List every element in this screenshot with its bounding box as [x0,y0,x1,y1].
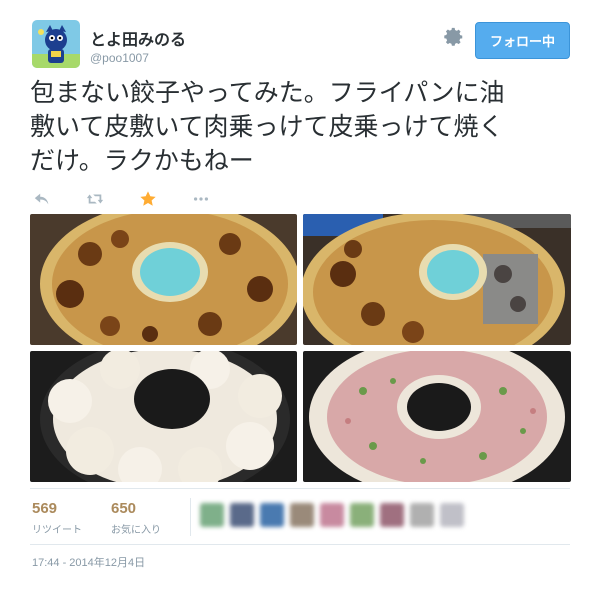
tweet-timestamp[interactable]: 17:44 - 2014年12月4日 [32,554,145,570]
star-icon[interactable] [138,189,158,209]
tweet-line: だけ。ラクかもねー [30,146,254,175]
photo-meat-filling-on-wrappers[interactable] [303,351,571,482]
divider [30,544,570,545]
favoriters-avatars [200,503,470,527]
avatar[interactable] [320,503,344,527]
avatar[interactable] [380,503,404,527]
retweet-stat[interactable]: 569 リツイート [32,500,82,536]
avatar[interactable] [410,503,434,527]
avatar[interactable] [350,503,374,527]
avatar[interactable] [440,503,464,527]
tweet-text: 包まない餃子やってみた。フライパンに油 敷いて皮敷いて肉乗っけて皮乗っけて焼く … [30,76,575,178]
retweet-icon[interactable] [85,189,105,209]
more-icon[interactable] [191,189,211,209]
photo-browned-gyoza-ring[interactable] [30,214,297,345]
user-handle[interactable]: @poo1007 [90,51,149,65]
avatar[interactable] [32,20,80,68]
divider [30,488,570,489]
photo-browned-gyoza-ring-flipped[interactable] [303,214,571,345]
reply-icon[interactable] [32,189,52,209]
avatar[interactable] [200,503,224,527]
following-button[interactable]: フォロー中 [475,22,570,59]
tweet-line: 敷いて皮敷いて肉乗っけて皮乗っけて焼く [30,112,504,141]
favorite-count: 650 [111,500,137,517]
avatar[interactable] [260,503,284,527]
favorite-stat[interactable]: 650 お気に入り [111,500,161,536]
favorite-label: お気に入り [111,525,161,536]
gear-icon[interactable] [443,26,465,48]
tweet-line: 包まない餃子やってみた。フライパンに油 [30,78,505,107]
user-name[interactable]: とよ田みのる [90,26,186,50]
retweet-label: リツイート [32,525,82,536]
tweet-actions [32,188,244,210]
divider [190,498,191,536]
retweet-count: 569 [32,500,58,517]
avatar[interactable] [230,503,254,527]
photo-raw-wrappers-in-pan[interactable] [30,351,297,482]
photo-grid [30,214,571,482]
avatar[interactable] [290,503,314,527]
